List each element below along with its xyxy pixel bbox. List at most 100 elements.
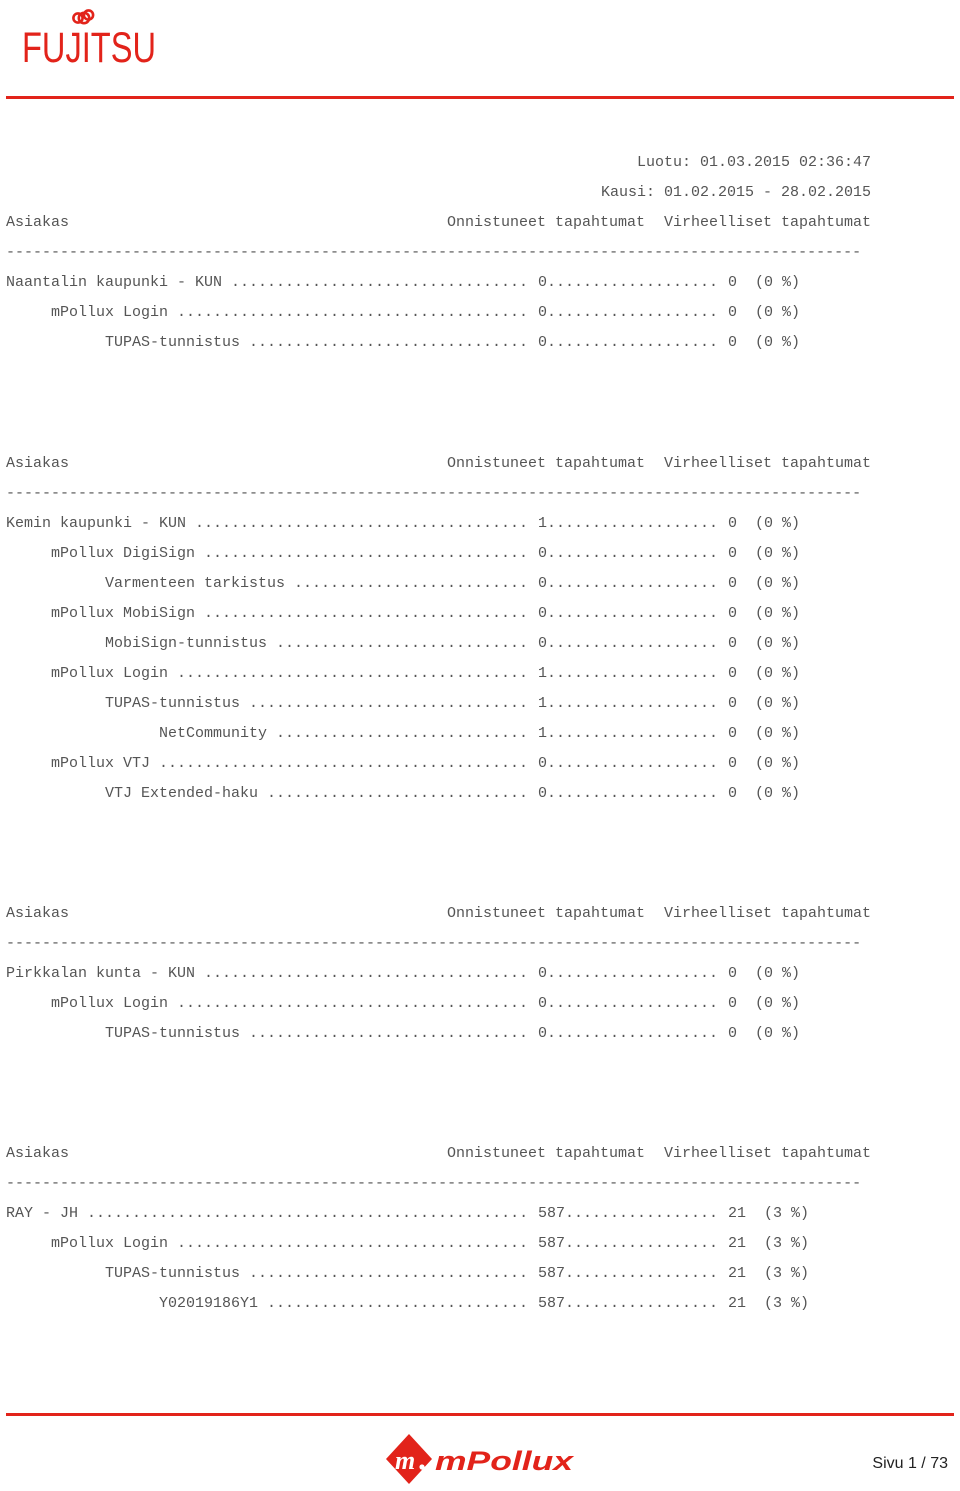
- error-count: 21: [728, 1295, 747, 1312]
- success-count: 1: [538, 515, 548, 532]
- error-count: 0: [728, 545, 738, 562]
- separator-dashes: ----------------------------------------…: [6, 1175, 862, 1192]
- fujitsu-logo: FUJITSU: [22, 6, 158, 72]
- error-count: 0: [728, 334, 738, 351]
- dot-leader: .................: [565, 1295, 719, 1312]
- report-period: Kausi: 01.02.2015 - 28.02.2015: [600, 184, 871, 201]
- success-count: 1: [538, 725, 548, 742]
- dot-leader: ........................................…: [87, 1205, 529, 1222]
- row-name: VTJ Extended-haku: [105, 785, 259, 802]
- dot-leader: ...................: [547, 965, 719, 982]
- error-count: 0: [728, 635, 738, 652]
- column-header-success: Onnistuneet tapahtumat: [447, 214, 646, 231]
- column-header-errors: Virheelliset tapahtumat: [664, 214, 872, 231]
- error-percent: (0 %): [755, 635, 801, 652]
- dot-leader: ...................: [547, 605, 719, 622]
- column-header-customer: Asiakas: [6, 1145, 70, 1162]
- dot-leader: ...................: [547, 515, 719, 532]
- success-count: 0: [538, 785, 548, 802]
- dot-leader: ....................................: [204, 605, 529, 622]
- error-count: 0: [728, 575, 738, 592]
- page-number: Sivu 1 / 73: [872, 1455, 948, 1472]
- row-name: Pirkkalan kunta - KUN: [6, 965, 196, 982]
- success-count: 0: [538, 575, 548, 592]
- dot-leader: ....................................: [204, 545, 529, 562]
- success-count: 0: [538, 1025, 548, 1042]
- success-count: 1: [538, 665, 548, 682]
- error-percent: (3 %): [764, 1205, 810, 1222]
- dot-leader: ...................: [547, 545, 719, 562]
- column-header-row: Asiakas Onnistuneet tapahtumat Virheellise…: [0, 455, 960, 473]
- dashed-separator: ----------------------------------------…: [0, 935, 960, 953]
- success-count: 587: [538, 1205, 566, 1222]
- error-count: 21: [728, 1235, 747, 1252]
- error-percent: (0 %): [755, 274, 801, 291]
- dot-leader: .............................: [267, 785, 529, 802]
- error-percent: (3 %): [764, 1265, 810, 1282]
- row-name: RAY - JH: [6, 1205, 79, 1222]
- fujitsu-infinity-icon: FUJITSU: [22, 9, 156, 72]
- row-name: mPollux Login: [51, 995, 169, 1012]
- table-row: TUPAS-tunnistus.........................…: [0, 695, 960, 713]
- dot-leader: ........................................…: [159, 755, 529, 772]
- separator-dashes: ----------------------------------------…: [6, 485, 862, 502]
- column-header-success: Onnistuneet tapahtumat: [447, 455, 646, 472]
- success-count: 0: [538, 605, 548, 622]
- dashed-separator: ----------------------------------------…: [0, 244, 960, 262]
- column-header-row: Asiakas Onnistuneet tapahtumat Virheellise…: [0, 214, 960, 232]
- success-count: 0: [538, 635, 548, 652]
- dot-leader: ...................: [547, 635, 719, 652]
- error-percent: (0 %): [755, 665, 801, 682]
- error-percent: (0 %): [755, 995, 801, 1012]
- column-header-errors: Virheelliset tapahtumat: [664, 905, 872, 922]
- table-row: VTJ Extended-haku.......................…: [0, 785, 960, 803]
- table-row: Varmenteen tarkistus....................…: [0, 575, 960, 593]
- table-row: mPollux Login...........................…: [0, 304, 960, 322]
- row-name: mPollux DigiSign: [51, 545, 196, 562]
- fujitsu-wordmark: FUJITSU: [22, 24, 156, 72]
- error-count: 0: [728, 995, 738, 1012]
- footer-rule: [6, 1413, 954, 1416]
- table-row: mPollux DigiSign........................…: [0, 545, 960, 563]
- row-name: mPollux VTJ: [51, 755, 151, 772]
- error-percent: (0 %): [755, 755, 801, 772]
- column-header-errors: Virheelliset tapahtumat: [664, 1145, 872, 1162]
- error-percent: (3 %): [764, 1295, 810, 1312]
- table-row: mPollux Login...........................…: [0, 1235, 960, 1253]
- table-row: mPollux MobiSign........................…: [0, 605, 960, 623]
- dot-leader: .................: [565, 1265, 719, 1282]
- dot-leader: ............................: [276, 725, 529, 742]
- dashed-separator: ----------------------------------------…: [0, 485, 960, 503]
- row-name: mPollux MobiSign: [51, 605, 196, 622]
- table-row: Pirkkalan kunta - KUN...................…: [0, 965, 960, 983]
- row-name: mPollux Login: [51, 1235, 169, 1252]
- dot-leader: ...................: [547, 785, 719, 802]
- error-percent: (0 %): [755, 965, 801, 982]
- dashed-separator: ----------------------------------------…: [0, 1175, 960, 1193]
- dot-leader: ...............................: [249, 695, 529, 712]
- row-name: TUPAS-tunnistus: [105, 1025, 241, 1042]
- column-header-customer: Asiakas: [6, 214, 70, 231]
- table-row: mPollux VTJ.............................…: [0, 755, 960, 773]
- error-count: 0: [728, 1025, 738, 1042]
- column-header-customer: Asiakas: [6, 905, 70, 922]
- error-percent: (0 %): [755, 575, 801, 592]
- error-count: 0: [728, 274, 738, 291]
- table-row: Naantalin kaupunki - KUN................…: [0, 274, 960, 292]
- column-header-success: Onnistuneet tapahtumat: [447, 1145, 646, 1162]
- error-count: 21: [728, 1205, 747, 1222]
- separator-dashes: ----------------------------------------…: [6, 935, 862, 952]
- success-count: 0: [538, 755, 548, 772]
- error-count: 0: [728, 304, 738, 321]
- dot-leader: .......................................: [177, 665, 529, 682]
- success-count: 0: [538, 965, 548, 982]
- error-count: 0: [728, 695, 738, 712]
- dot-leader: ...................: [547, 995, 719, 1012]
- separator-dashes: ----------------------------------------…: [6, 244, 862, 261]
- table-row: NetCommunity............................…: [0, 725, 960, 743]
- mpollux-wordmark: mPollux: [435, 1446, 574, 1476]
- error-count: 0: [728, 755, 738, 772]
- dot-leader: ...................: [547, 1025, 719, 1042]
- mpollux-logo: m mPollux: [385, 1432, 575, 1486]
- success-count: 0: [538, 304, 548, 321]
